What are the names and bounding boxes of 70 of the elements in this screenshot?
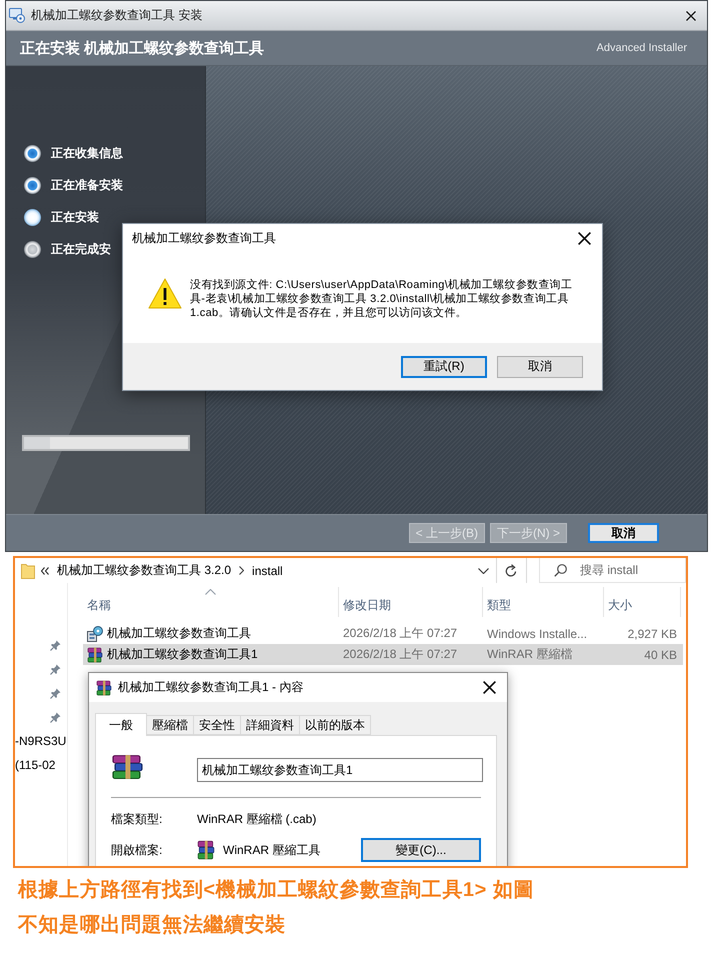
breadcrumb-item[interactable]: 机械加工螺纹参数查询工具 3.2.0 [55,562,234,579]
tab[interactable]: 一般 [95,713,147,736]
books-stack-icon [87,646,103,662]
refresh-icon [505,564,518,578]
breadcrumb-item[interactable]: install [250,564,285,578]
file-row[interactable]: 机械加工螺纹参数查询工具 2026/2/18 上午 07:27 Windows Installe... 2,927 KB [83,623,683,644]
modified-date: 2026/2/18 上午 07:27 [342,646,458,663]
close-icon [578,232,591,244]
brand-label: Advanced Installer [596,42,687,54]
step-label: 正在完成安 [51,240,111,258]
field-value: WinRAR 壓縮工具 [223,842,320,858]
change-button[interactable]: 變更(C)... [361,838,481,862]
pin-icon [50,664,61,674]
window-title: 机械加工螺纹参数查询工具 安装 [31,7,204,24]
folder-icon [21,562,35,578]
search-field[interactable]: 搜尋 install [539,558,686,583]
column-header[interactable]: 名稱 [83,587,339,617]
nav-item[interactable]: (115-02 [15,758,56,772]
dialog-button[interactable]: 取消 [497,356,583,378]
close-button[interactable] [576,230,593,246]
field-label: 開啟檔案: [111,842,164,858]
pin-icon [50,640,61,650]
column-header[interactable]: 類型 [483,587,604,617]
page-heading: 正在安装 机械加工螺纹参数查询工具 [20,38,264,58]
dialog-title: 机械加工螺纹参数查询工具 [132,230,276,246]
chevrons-left-icon [41,566,49,574]
file-type: Windows Installe... [486,626,588,640]
books-stack-icon [111,754,144,780]
tab[interactable]: 壓縮檔 [146,715,194,735]
field-value: WinRAR 壓縮檔 (.cab) [197,810,318,828]
tab[interactable]: 以前的版本 [299,715,371,735]
close-button[interactable] [481,679,498,696]
nav-item[interactable]: -N9RS3U [15,734,66,748]
close-button[interactable] [684,8,698,22]
tab[interactable]: 詳細資料 [240,715,300,735]
pin-icon [50,688,61,698]
step-label: 正在安装 [51,208,99,226]
step-label: 正在准备安装 [51,176,123,194]
file-size: 40 KB [644,648,678,662]
file-row[interactable]: 机械加工螺纹参数查询工具1 2026/2/18 上午 07:27 WinRAR 壓縮檔 40 KB [83,644,683,665]
tab[interactable]: 安全性 [193,715,241,735]
caption-text: 不知是哪出問題無法繼續安裝 [18,912,286,938]
chevron-down-icon [478,568,489,574]
monitor-disc-icon [9,8,25,23]
column-header[interactable]: 修改日期 [339,587,483,617]
chevron-up-icon [205,589,216,595]
field-label: 檔案類型: [111,810,164,828]
search-icon [554,564,567,577]
books-stack-icon [197,840,215,860]
modified-date: 2026/2/18 上午 07:27 [342,625,458,642]
chevron-right-icon [239,566,244,575]
books-stack-icon [96,680,112,696]
caption-text: 根據上方路徑有找到<機械加工螺紋參數查詢工具1> 如圖 [18,878,534,903]
close-icon [686,10,696,20]
file-name: 机械加工螺纹参数查询工具1 [107,646,258,663]
pin-icon [50,712,61,722]
step-label: 正在收集信息 [51,144,123,162]
name-field[interactable]: 机械加工螺纹参数查询工具1 [197,758,483,782]
file-size: 2,927 KB [628,626,678,640]
history-dropdown[interactable] [478,568,489,574]
file-name: 机械加工螺纹参数查询工具 [107,625,251,642]
file-type: WinRAR 壓縮檔 [486,646,572,663]
dialog-button[interactable]: 重試(R) [401,356,487,378]
error-message: 没有找到源文件: C:\Users\user\AppData\Roaming\机械加工螺纹参数查询工具-老袁\机械加工螺纹参数查询工具 3.2.0\install\机械加工螺纹参数查询工具1.cab。请确认文件是否存在，并且您可以访问该文件。 [190,278,574,320]
box-disc-icon [87,626,103,642]
wizard-button[interactable]: 取消 [588,523,659,543]
close-icon [483,681,496,694]
dialog-title: 机械加工螺纹参数查询工具1 - 內容 [118,679,304,696]
column-header[interactable]: 大小 [604,587,681,617]
warning-icon [148,278,182,309]
